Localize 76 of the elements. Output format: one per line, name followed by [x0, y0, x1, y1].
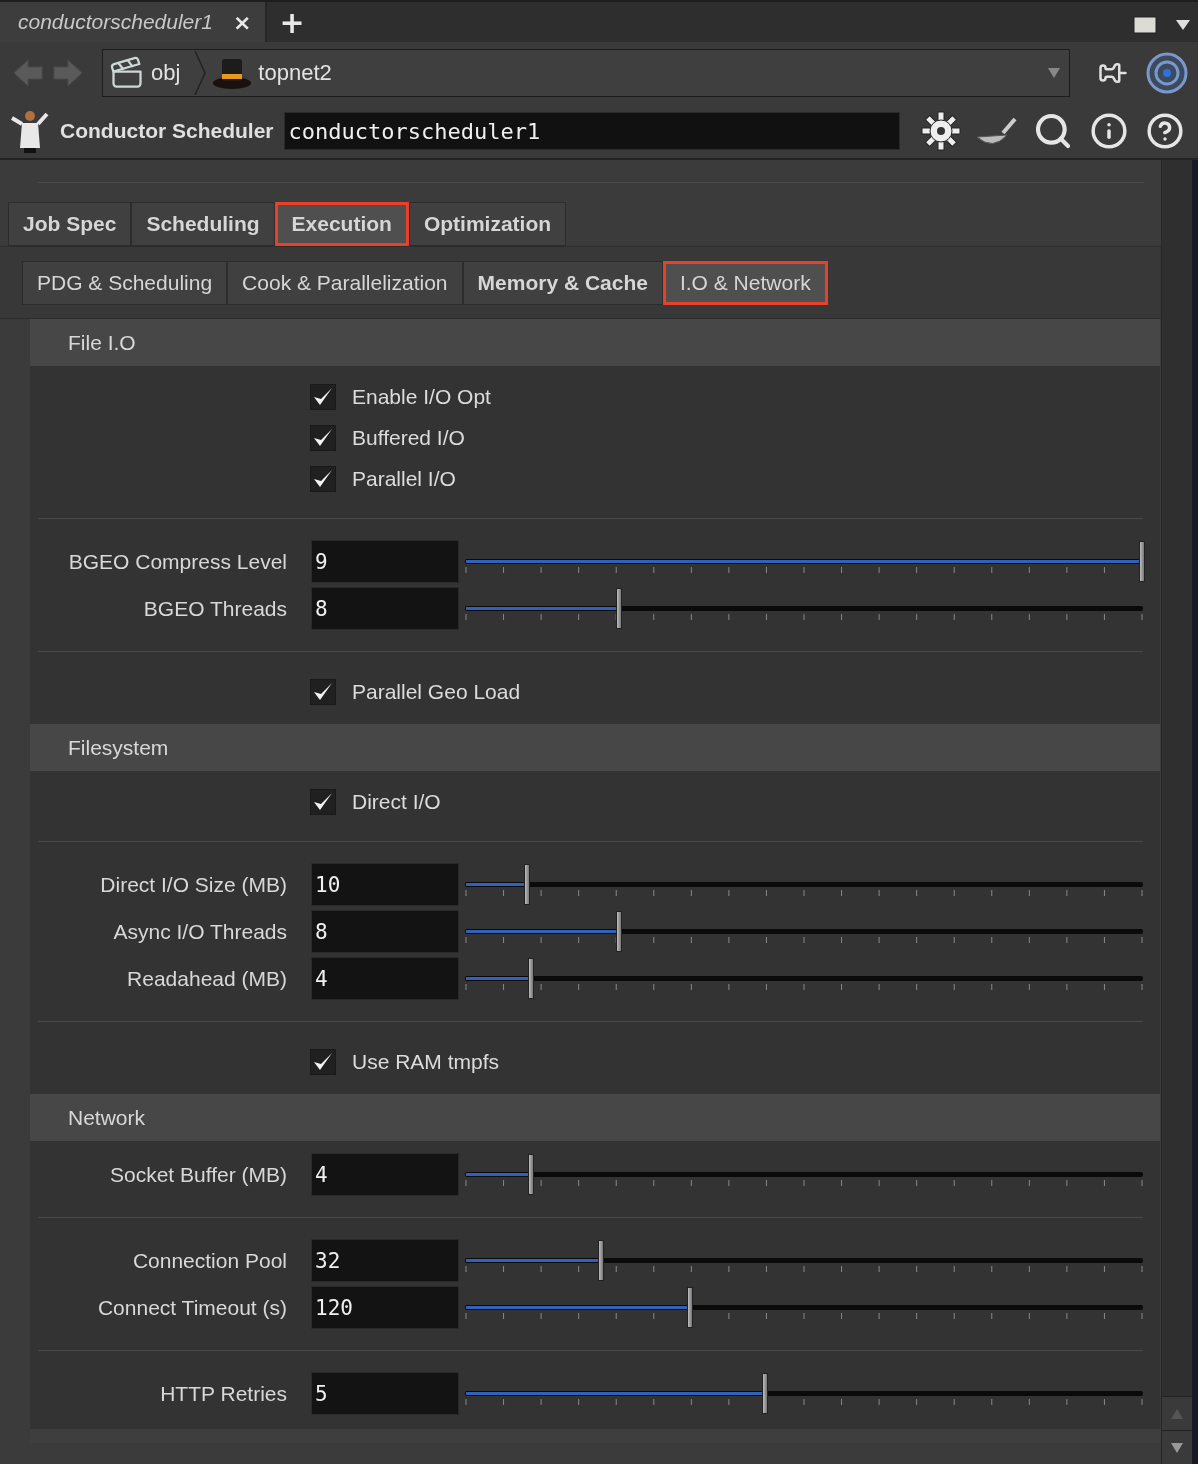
checkbox[interactable]: [310, 424, 336, 451]
parameter-label: Connection Pool: [131, 1248, 287, 1273]
value-field[interactable]: 5: [311, 1372, 459, 1415]
parameter-label: BGEO Compress Level: [67, 549, 287, 574]
tab[interactable]: Memory & Cache: [462, 261, 663, 305]
checkbox[interactable]: [310, 383, 336, 410]
tab[interactable]: I.O & Network: [662, 261, 828, 305]
tab[interactable]: Scheduling: [131, 202, 275, 246]
slider-handle[interactable]: [1138, 541, 1145, 582]
up-arrow-icon: [1170, 1407, 1184, 1420]
down-arrow-icon: [1170, 1441, 1184, 1454]
path-crumb[interactable]: obj: [103, 50, 195, 96]
slider[interactable]: [465, 1239, 1145, 1282]
tab-title: conductorscheduler1: [18, 10, 213, 34]
section-header[interactable]: File I.O: [30, 319, 1160, 366]
slider[interactable]: [465, 587, 1145, 630]
slider-handle[interactable]: [527, 958, 534, 999]
slider[interactable]: [465, 863, 1145, 906]
parameter-label: Async I/O Threads: [112, 919, 287, 944]
slider[interactable]: [465, 910, 1145, 953]
checkbox[interactable]: [310, 465, 336, 492]
parameter-label: Connect Timeout (s): [96, 1295, 287, 1320]
section-header[interactable]: Filesystem: [30, 724, 1160, 771]
pane-tab[interactable]: conductorscheduler1 ×: [0, 2, 268, 42]
new-tab-button[interactable]: +: [279, 2, 305, 42]
checkbox[interactable]: [310, 788, 336, 815]
value-field[interactable]: 8: [311, 910, 459, 953]
checkbox-label: Parallel Geo Load: [352, 679, 521, 704]
parameter-label: Readahead (MB): [126, 966, 287, 991]
tab[interactable]: Execution: [274, 202, 409, 246]
checkbox[interactable]: [310, 678, 336, 705]
parameter-label: Socket Buffer (MB): [109, 1162, 287, 1187]
slider-handle[interactable]: [615, 911, 622, 952]
checkbox-label: Direct I/O: [352, 789, 441, 814]
path-separator-icon: [194, 51, 207, 95]
parameter-label: HTTP Retries: [159, 1381, 287, 1406]
checkbox-label: Use RAM tmpfs: [352, 1049, 500, 1074]
slider-handle[interactable]: [523, 864, 530, 905]
checkbox[interactable]: [310, 1048, 336, 1075]
scroll-down-button[interactable]: [1162, 1430, 1192, 1464]
slider-handle[interactable]: [598, 1240, 605, 1281]
slider[interactable]: [465, 1372, 1145, 1415]
path-crumb[interactable]: topnet2: [206, 50, 346, 96]
checkbox-label: Buffered I/O: [352, 425, 465, 450]
value-field[interactable]: 10: [311, 863, 459, 906]
slider[interactable]: [465, 1153, 1145, 1196]
slider-handle[interactable]: [527, 1154, 534, 1195]
checkbox-label: Enable I/O Opt: [352, 384, 491, 409]
slider[interactable]: [465, 540, 1145, 583]
tab[interactable]: Cook & Parallelization: [227, 261, 463, 305]
value-field[interactable]: 32: [311, 1239, 459, 1282]
tab[interactable]: Optimization: [408, 202, 567, 246]
value-field[interactable]: 120: [311, 1286, 459, 1329]
clapperboard-icon: [109, 55, 145, 91]
figure-icon[interactable]: [10, 108, 50, 154]
value-field[interactable]: 8: [311, 587, 459, 630]
tab[interactable]: PDG & Scheduling: [22, 261, 228, 305]
value-field[interactable]: 4: [311, 1153, 459, 1196]
node-name-field[interactable]: conductorscheduler1: [283, 112, 900, 150]
gear-icon[interactable]: [918, 108, 964, 154]
value-field[interactable]: 9: [311, 540, 459, 583]
checkbox-label: Parallel I/O: [352, 466, 456, 491]
node-type-label: Conductor Scheduler: [60, 119, 274, 143]
parameter-label: BGEO Threads: [142, 596, 287, 621]
value-field[interactable]: 4: [311, 957, 459, 1000]
parameter-label: Direct I/O Size (MB): [99, 872, 287, 897]
slider-handle[interactable]: [615, 588, 622, 629]
tab[interactable]: Job Spec: [8, 202, 132, 246]
path-bar[interactable]: obj topnet2: [102, 49, 1070, 97]
slider-handle[interactable]: [762, 1373, 769, 1414]
slider[interactable]: [465, 1286, 1145, 1329]
slider[interactable]: [465, 957, 1145, 1000]
section-header[interactable]: Network: [30, 1094, 1160, 1141]
target-icon[interactable]: [1144, 50, 1190, 96]
slider-handle[interactable]: [687, 1287, 694, 1328]
close-button[interactable]: ×: [232, 9, 252, 35]
